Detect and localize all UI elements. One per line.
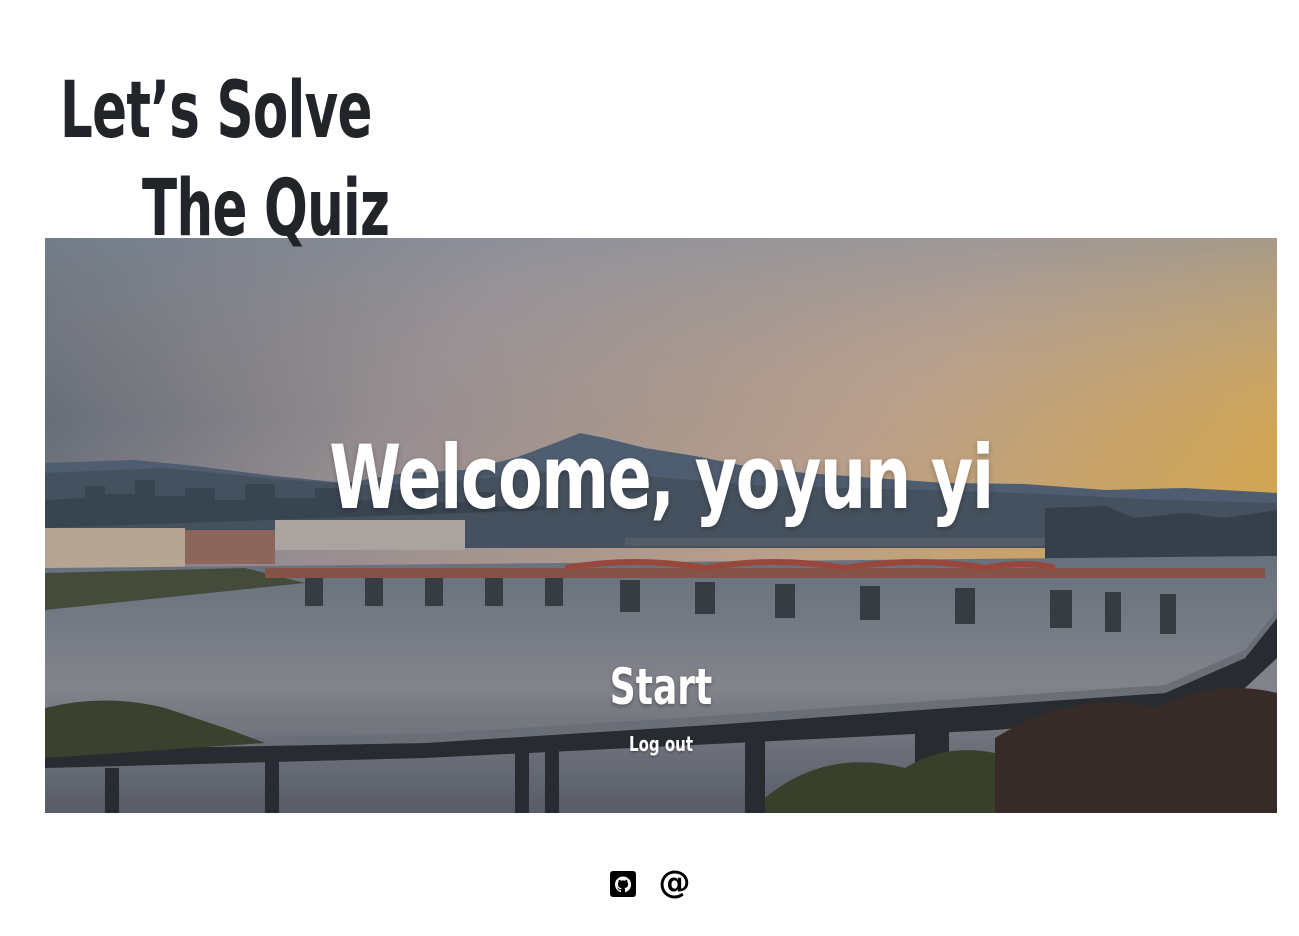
title-line-2: The Quiz	[142, 164, 390, 254]
hero-banner: Welcome, yoyun yi Start Log out	[45, 238, 1277, 813]
start-button[interactable]: Start	[217, 658, 1104, 716]
footer: @	[0, 864, 1299, 904]
site-logo-title: Let’s Solve The Quiz	[60, 72, 532, 248]
github-icon[interactable]	[609, 870, 637, 898]
at-icon[interactable]: @	[659, 866, 691, 898]
title-line-1: Let’s Solve	[60, 66, 372, 156]
logout-link[interactable]: Log out	[199, 732, 1123, 756]
github-icon-graphic	[609, 871, 636, 897]
welcome-heading: Welcome, yoyun yi	[329, 426, 994, 529]
